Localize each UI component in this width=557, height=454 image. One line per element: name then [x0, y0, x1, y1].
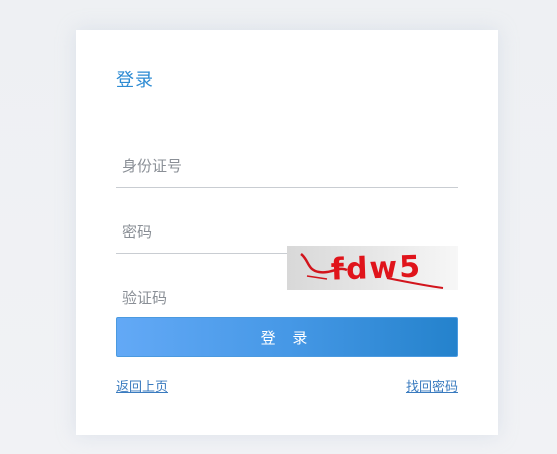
login-card: 登录 fdw5 登 录 返回上页 找回密码: [76, 30, 498, 435]
captcha-noise-line: [306, 275, 328, 280]
captcha-field-wrapper: [116, 276, 287, 320]
captcha-input[interactable]: [116, 276, 287, 319]
captcha-text: fdw5: [330, 249, 422, 287]
captcha-graphic: fdw5: [300, 249, 444, 289]
captcha-image[interactable]: fdw5: [287, 246, 458, 290]
login-button[interactable]: 登 录: [116, 317, 458, 357]
forgot-password-link[interactable]: 找回密码: [406, 376, 458, 395]
login-title: 登录: [116, 70, 154, 91]
id-number-field-wrapper: [116, 144, 458, 188]
id-number-input[interactable]: [116, 144, 458, 187]
page-background: 登录 fdw5 登 录 返回上页 找回密码: [0, 0, 557, 454]
back-link[interactable]: 返回上页: [116, 376, 168, 395]
